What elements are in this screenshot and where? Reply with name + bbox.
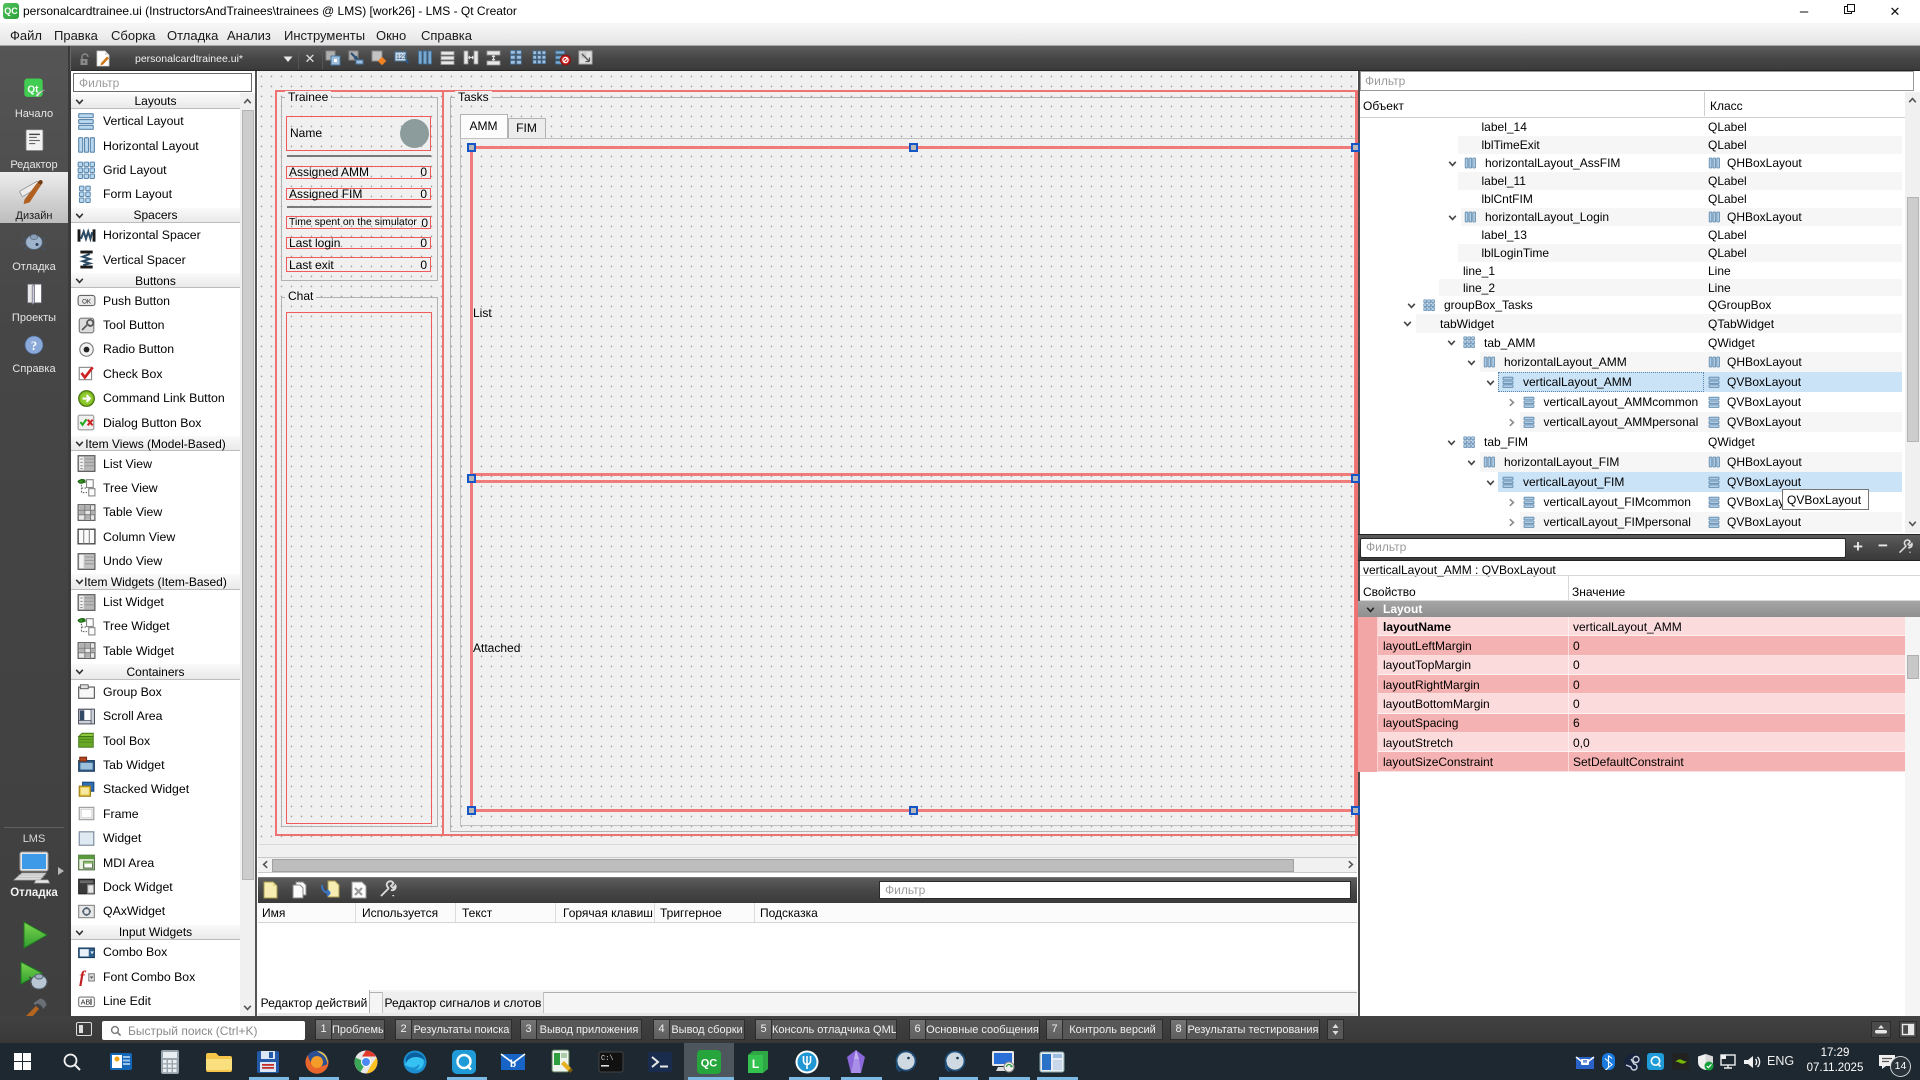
- svg-text:C:\: C:\: [601, 1055, 614, 1063]
- svg-text:?: ?: [31, 339, 37, 353]
- svg-text:QC: QC: [700, 1057, 717, 1069]
- svg-text:b: b: [510, 1059, 516, 1070]
- svg-text:AB: AB: [81, 997, 91, 1006]
- svg-text:f: f: [79, 968, 86, 986]
- svg-text:OK: OK: [82, 298, 92, 305]
- svg-text:L: L: [751, 1057, 758, 1071]
- svg-text:123: 123: [396, 55, 407, 61]
